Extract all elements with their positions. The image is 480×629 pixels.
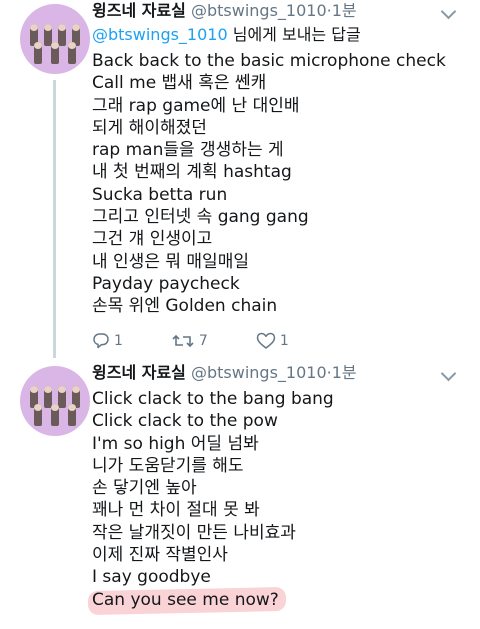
tweet-header: 윙즈네 자료실 @btswings_1010·1분 — [92, 0, 357, 22]
author-name[interactable]: 윙즈네 자료실 — [92, 363, 186, 382]
tweet-line: Can you see me now? — [92, 589, 279, 610]
tweet-body: Click clack to the bang bang Click clack… — [92, 388, 334, 611]
tweet-line: I'm so high 어딜 넘봐 — [92, 433, 259, 454]
like-icon — [256, 332, 276, 349]
timestamp[interactable]: 1분 — [332, 1, 357, 20]
chevron-down-icon[interactable] — [440, 365, 457, 382]
tweet-line: Click clack to the pow — [92, 411, 278, 432]
tweet-actions: 1 7 1 — [92, 330, 337, 352]
tweet-line: Back back to the basic microphone check — [92, 51, 446, 71]
avatar[interactable] — [20, 366, 90, 436]
author-handle[interactable]: @btswings_1010 — [191, 1, 327, 20]
timestamp[interactable]: 1분 — [332, 363, 357, 382]
tweet-line: Call me 뱁새 혹은 쎈캐 — [92, 73, 267, 94]
tweet-line: Click clack to the bang bang — [92, 389, 334, 409]
chevron-down-icon[interactable] — [440, 3, 457, 20]
like-button[interactable]: 1 — [256, 332, 289, 350]
reply-icon — [93, 333, 109, 349]
tweet-line: I say goodbye — [92, 567, 211, 588]
tweet-line: 손 닿기엔 높아 — [92, 478, 197, 499]
author-handle[interactable]: @btswings_1010 — [191, 363, 327, 382]
reply-context: @btswings_1010 님에게 보내는 답글 — [92, 24, 361, 46]
avatar[interactable] — [20, 4, 90, 74]
tweet-line: 손목 위엔 Golden chain — [92, 296, 278, 317]
tweet-line: 내 첫 번째의 계획 hashtag — [92, 162, 292, 183]
tweet-line: 그리고 인터넷 속 gang gang — [92, 207, 309, 228]
tweet-body: Back back to the basic microphone check … — [92, 50, 446, 318]
tweet-line: 그건 걔 인생이고 — [92, 229, 213, 250]
reply-context-text: 님에게 보내는 답글 — [227, 25, 361, 44]
tweet-header: 윙즈네 자료실 @btswings_1010·1분 — [92, 362, 357, 384]
retweet-button[interactable]: 7 — [171, 332, 208, 350]
retweet-count: 7 — [198, 333, 208, 349]
reply-mention-link[interactable]: @btswings_1010 — [92, 25, 228, 44]
tweet-line: rap man들을 갱생하는 게 — [92, 140, 284, 161]
tweet-line: 니가 도움닫기를 해도 — [92, 455, 244, 476]
tweet-line: 꽤나 먼 차이 절대 못 봐 — [92, 500, 260, 521]
tweet-line: 내 인생은 뭐 매일매일 — [92, 251, 249, 272]
tweet-line: Payday paycheck — [92, 273, 240, 294]
tweet-line: 되게 해이해졌던 — [92, 117, 207, 138]
like-count: 1 — [279, 333, 289, 349]
tweet-line: 작은 날개짓이 만든 나비효과 — [92, 522, 296, 543]
author-name[interactable]: 윙즈네 자료실 — [92, 1, 186, 20]
tweet-line: 이제 진짜 작별인사 — [92, 545, 228, 566]
retweet-icon — [172, 334, 194, 348]
tweet-line: 그래 rap game에 난 대인배 — [92, 95, 300, 116]
reply-count: 1 — [114, 333, 123, 349]
reply-button[interactable]: 1 — [92, 332, 123, 350]
thread-connector — [53, 80, 56, 358]
tweet-line: Sucka betta run — [92, 184, 228, 205]
